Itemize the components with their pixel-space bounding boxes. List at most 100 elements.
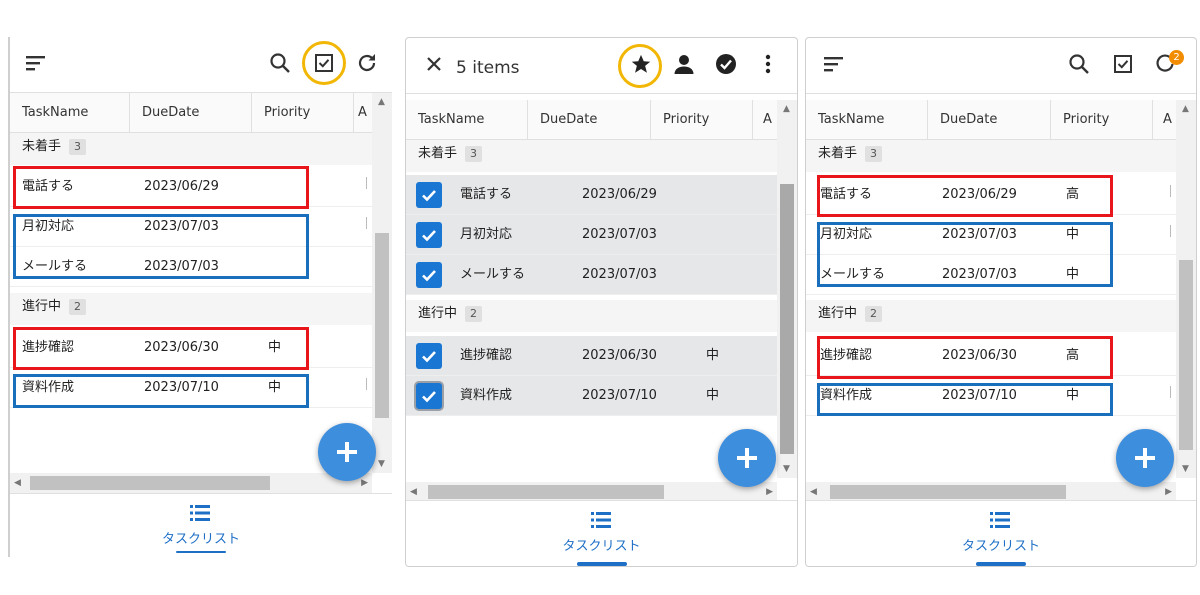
bottom-navigation: タスクリスト bbox=[10, 493, 392, 557]
more-vert-icon[interactable] bbox=[754, 50, 782, 78]
column-header-duedate[interactable]: DueDate bbox=[528, 100, 651, 140]
table-row-selected[interactable]: 月初対応 2023/07/03 bbox=[406, 215, 777, 255]
nav-item-task-list[interactable]: タスクリスト bbox=[141, 504, 261, 547]
scroll-thumb[interactable] bbox=[375, 233, 389, 418]
select-checkbox-icon[interactable] bbox=[1109, 50, 1137, 78]
annotation-red-box bbox=[817, 175, 1113, 217]
sort-menu-icon[interactable] bbox=[22, 49, 50, 77]
list-icon bbox=[990, 512, 1010, 528]
due-date: 2023/06/29 bbox=[582, 187, 657, 202]
add-task-button[interactable] bbox=[1116, 429, 1174, 487]
bottom-navigation: タスクリスト bbox=[806, 500, 1196, 566]
table-header: TaskName DueDate Priority A bbox=[406, 100, 777, 140]
scroll-down-arrow[interactable]: ▼ bbox=[378, 459, 385, 469]
row-checkbox-checked[interactable] bbox=[416, 343, 442, 369]
vertical-scrollbar[interactable]: ▲ ▼ bbox=[372, 93, 392, 473]
vertical-scrollbar[interactable]: ▲ ▼ bbox=[1176, 100, 1196, 478]
column-header-a[interactable]: A bbox=[753, 100, 779, 140]
search-icon[interactable] bbox=[266, 49, 294, 77]
scroll-up-arrow[interactable]: ▲ bbox=[783, 104, 790, 114]
column-header-priority[interactable]: Priority bbox=[252, 93, 354, 133]
scroll-right-arrow[interactable]: ▶ bbox=[1165, 487, 1172, 497]
row-checkbox-checked[interactable] bbox=[416, 222, 442, 248]
task-name: 月初対応 bbox=[460, 227, 513, 242]
select-checkbox-icon[interactable] bbox=[310, 49, 338, 77]
scroll-up-arrow[interactable]: ▲ bbox=[378, 97, 385, 107]
bottom-navigation: タスクリスト bbox=[406, 500, 797, 566]
column-header-priority[interactable]: Priority bbox=[651, 100, 753, 140]
group-header-not-started[interactable]: 未着手 3 bbox=[10, 133, 372, 165]
group-header-not-started[interactable]: 未着手 3 bbox=[806, 140, 1176, 172]
group-count-badge: 3 bbox=[465, 146, 483, 162]
group-count-badge: 3 bbox=[865, 146, 883, 162]
search-icon[interactable] bbox=[1065, 50, 1093, 78]
annotation-red-box bbox=[13, 327, 309, 370]
column-header-duedate[interactable]: DueDate bbox=[928, 100, 1051, 140]
table-row-selected[interactable]: 進捗確認 2023/06/30 中 bbox=[406, 336, 777, 376]
cell-edge bbox=[366, 217, 370, 229]
due-date: 2023/06/30 bbox=[582, 348, 657, 363]
panel-task-list-default: TaskName DueDate Priority A 未着手 3 電話する 20… bbox=[8, 37, 392, 557]
table-row-selected[interactable]: 資料作成 2023/07/10 中 bbox=[406, 376, 777, 416]
annotation-blue-box bbox=[13, 374, 309, 408]
table-header: TaskName DueDate Priority A bbox=[10, 93, 372, 133]
group-header-in-progress[interactable]: 進行中 2 bbox=[406, 300, 777, 332]
scroll-up-arrow[interactable]: ▲ bbox=[1182, 104, 1189, 114]
add-task-button[interactable] bbox=[718, 429, 776, 487]
scroll-left-arrow[interactable]: ◀ bbox=[14, 478, 21, 488]
scroll-thumb[interactable] bbox=[428, 485, 664, 499]
group-header-in-progress[interactable]: 進行中 2 bbox=[806, 300, 1176, 332]
task-name: 進捗確認 bbox=[460, 348, 513, 363]
vertical-scrollbar[interactable]: ▲ ▼ bbox=[777, 100, 797, 478]
annotation-red-box bbox=[817, 336, 1113, 379]
task-name: 電話する bbox=[460, 187, 513, 202]
close-icon[interactable] bbox=[420, 50, 448, 78]
group-count-badge: 2 bbox=[465, 306, 483, 322]
column-header-duedate[interactable]: DueDate bbox=[130, 93, 252, 133]
row-checkbox-checked[interactable] bbox=[416, 182, 442, 208]
priority: 中 bbox=[706, 388, 720, 403]
sort-menu-icon[interactable] bbox=[820, 50, 848, 78]
horizontal-scrollbar[interactable]: ◀ ▶ bbox=[10, 473, 372, 493]
refresh-count-badge: 2 bbox=[1169, 50, 1184, 65]
scroll-right-arrow[interactable]: ▶ bbox=[766, 487, 773, 497]
scroll-thumb[interactable] bbox=[30, 476, 270, 490]
nav-item-task-list[interactable]: タスクリスト bbox=[542, 511, 662, 554]
column-header-priority[interactable]: Priority bbox=[1051, 100, 1153, 140]
horizontal-scrollbar[interactable]: ◀ ▶ bbox=[406, 482, 777, 502]
star-icon[interactable] bbox=[627, 50, 655, 78]
active-nav-indicator bbox=[176, 551, 226, 553]
table-row-selected[interactable]: メールする 2023/07/03 bbox=[406, 255, 777, 295]
scroll-left-arrow[interactable]: ◀ bbox=[410, 487, 417, 497]
column-header-taskname[interactable]: TaskName bbox=[806, 100, 928, 140]
scroll-left-arrow[interactable]: ◀ bbox=[810, 487, 817, 497]
nav-label: タスクリスト bbox=[961, 539, 1040, 554]
scroll-thumb[interactable] bbox=[830, 485, 1066, 499]
group-header-not-started[interactable]: 未着手 3 bbox=[406, 140, 777, 172]
scroll-thumb[interactable] bbox=[780, 184, 794, 454]
scroll-thumb[interactable] bbox=[1179, 260, 1193, 450]
table-row-selected[interactable]: 電話する 2023/06/29 bbox=[406, 175, 777, 215]
row-checkbox-checked[interactable] bbox=[416, 262, 442, 288]
priority: 中 bbox=[706, 348, 720, 363]
nav-label: タスクリスト bbox=[161, 532, 240, 547]
nav-item-task-list[interactable]: タスクリスト bbox=[941, 511, 1061, 554]
scroll-right-arrow[interactable]: ▶ bbox=[361, 478, 368, 488]
group-header-in-progress[interactable]: 進行中 2 bbox=[10, 293, 372, 325]
horizontal-scrollbar[interactable]: ◀ ▶ bbox=[806, 482, 1176, 502]
column-header-taskname[interactable]: TaskName bbox=[406, 100, 528, 140]
table-header: TaskName DueDate Priority A bbox=[806, 100, 1176, 140]
column-header-a[interactable]: A bbox=[354, 93, 374, 133]
group-label: 未着手 bbox=[22, 139, 62, 154]
person-icon[interactable] bbox=[670, 50, 698, 78]
scroll-down-arrow[interactable]: ▼ bbox=[783, 464, 790, 474]
scroll-down-arrow[interactable]: ▼ bbox=[1182, 464, 1189, 474]
toolbar bbox=[10, 37, 392, 93]
check-circle-icon[interactable] bbox=[712, 50, 740, 78]
group-label: 未着手 bbox=[818, 146, 858, 161]
add-task-button[interactable] bbox=[318, 423, 376, 481]
refresh-icon[interactable] bbox=[353, 49, 381, 77]
toolbar: 2 bbox=[806, 38, 1196, 94]
column-header-taskname[interactable]: TaskName bbox=[10, 93, 130, 133]
row-checkbox-checked[interactable] bbox=[416, 383, 442, 409]
